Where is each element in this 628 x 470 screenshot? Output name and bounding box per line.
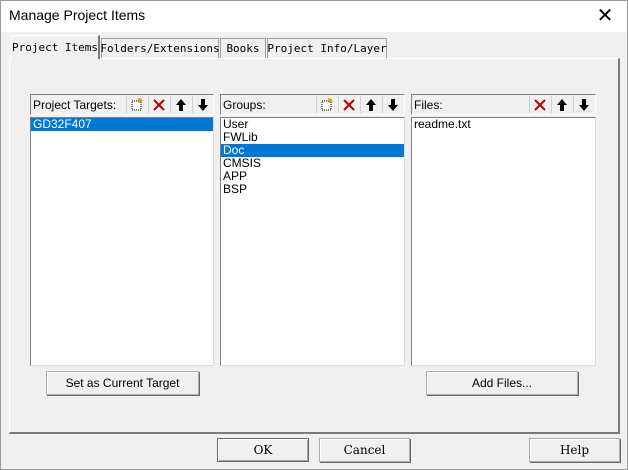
new-icon bbox=[321, 97, 332, 110]
list-item-group[interactable]: BSP bbox=[221, 183, 404, 196]
list-item-group[interactable]: APP bbox=[221, 170, 404, 183]
add-files-button[interactable]: Add Files... bbox=[426, 371, 578, 395]
cancel-button[interactable]: Cancel bbox=[319, 438, 410, 462]
files-list[interactable]: readme.txt bbox=[411, 117, 596, 366]
delete-group-button[interactable] bbox=[338, 96, 358, 113]
tab-books[interactable]: Books bbox=[220, 38, 266, 58]
move-up-icon bbox=[556, 98, 567, 111]
move-target-down-button[interactable] bbox=[192, 96, 212, 113]
list-item-file[interactable]: readme.txt bbox=[412, 118, 595, 131]
ok-button[interactable]: OK bbox=[217, 438, 309, 462]
tab-label: Folders/Extensions bbox=[100, 42, 220, 55]
targets-header: Project Targets: bbox=[30, 94, 214, 115]
groups-label: Groups: bbox=[223, 98, 266, 112]
new-icon bbox=[131, 97, 142, 110]
files-label: Files: bbox=[414, 98, 443, 112]
list-item-group[interactable]: CMSIS bbox=[221, 157, 404, 170]
delete-icon bbox=[152, 98, 165, 111]
tab-folders-extensions[interactable]: Folders/Extensions bbox=[100, 38, 220, 58]
tab-label: Project Items bbox=[11, 41, 99, 54]
move-group-down-button[interactable] bbox=[382, 96, 402, 113]
tab-project-info-layer[interactable]: Project Info/Layer bbox=[267, 38, 387, 58]
list-item-target[interactable]: GD32F407 bbox=[31, 118, 213, 131]
delete-icon bbox=[342, 98, 355, 111]
tab-project-items[interactable]: Project Items bbox=[11, 35, 100, 59]
targets-list[interactable]: GD32F407 bbox=[30, 117, 214, 366]
new-group-button[interactable] bbox=[316, 96, 336, 113]
move-down-icon bbox=[197, 98, 208, 111]
move-file-down-button[interactable] bbox=[573, 96, 593, 113]
targets-label: Project Targets: bbox=[33, 98, 117, 112]
delete-target-button[interactable] bbox=[148, 96, 168, 113]
delete-file-button[interactable] bbox=[529, 96, 549, 113]
groups-list[interactable]: User FWLib Doc CMSIS APP BSP bbox=[220, 117, 405, 366]
tab-label: Books bbox=[226, 42, 260, 55]
delete-icon bbox=[533, 98, 546, 111]
groups-header: Groups: bbox=[220, 94, 405, 115]
close-button[interactable]: ✕ bbox=[582, 0, 628, 32]
move-down-icon bbox=[387, 98, 398, 111]
window-title: Manage Project Items bbox=[9, 7, 146, 23]
move-group-up-button[interactable] bbox=[360, 96, 380, 113]
tab-label: Project Info/Layer bbox=[267, 42, 387, 55]
title-bar: Manage Project Items ✕ bbox=[0, 0, 628, 32]
move-target-up-button[interactable] bbox=[170, 96, 190, 113]
move-up-icon bbox=[175, 98, 186, 111]
move-up-icon bbox=[365, 98, 376, 111]
help-button[interactable]: Help bbox=[529, 438, 620, 462]
move-file-up-button[interactable] bbox=[551, 96, 571, 113]
move-down-icon bbox=[578, 98, 589, 111]
list-item-group[interactable]: FWLib bbox=[221, 131, 404, 144]
new-target-button[interactable] bbox=[126, 96, 146, 113]
files-header: Files: bbox=[411, 94, 596, 115]
close-icon: ✕ bbox=[596, 5, 614, 27]
set-current-target-button[interactable]: Set as Current Target bbox=[46, 371, 199, 395]
